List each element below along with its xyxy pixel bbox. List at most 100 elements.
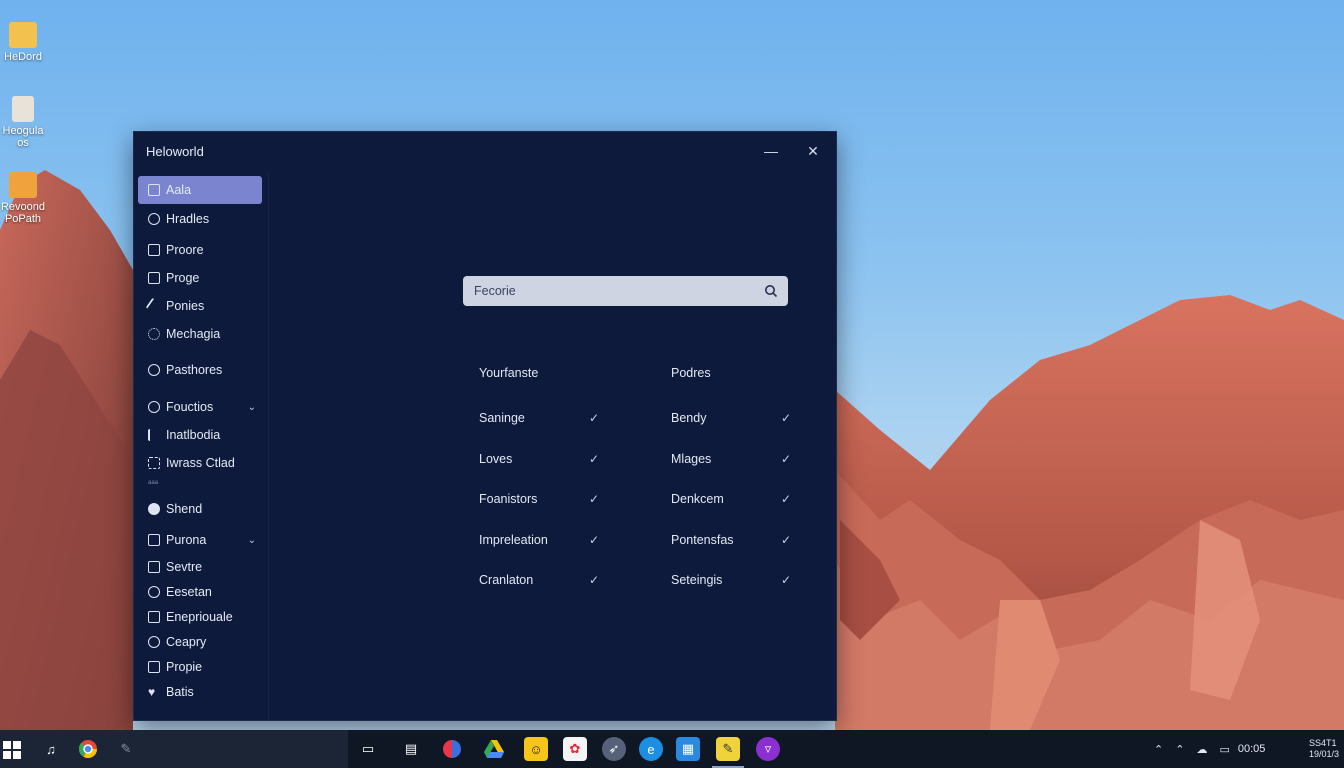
drive-icon[interactable] bbox=[482, 737, 506, 761]
sidebar-item-label: Batis bbox=[166, 685, 194, 699]
sidebar-item-label: Ponies bbox=[166, 299, 205, 313]
sidebar-item-eesetan[interactable]: Eesetan bbox=[138, 578, 262, 606]
person-icon bbox=[148, 213, 160, 225]
option-item[interactable]: Loves ✓ bbox=[479, 452, 599, 470]
purple-app-icon[interactable]: ▿ bbox=[756, 737, 780, 761]
sidebar-item-hradles[interactable]: Hradles bbox=[138, 205, 262, 233]
sidebar-item-label: Propie bbox=[166, 660, 203, 674]
sidebar-item-pasthores[interactable]: Pasthores bbox=[138, 356, 262, 384]
photos-icon[interactable]: ✿ bbox=[563, 737, 587, 761]
sidebar-item-aala[interactable]: Aala bbox=[138, 176, 262, 204]
desktop-icon-heogula[interactable]: Heogula os bbox=[0, 96, 46, 149]
titlebar: Heloworld — ✕ bbox=[134, 132, 836, 170]
sidebar-item-purona[interactable]: Purona ⌄ bbox=[138, 526, 262, 554]
sidebar-item-label: Proge bbox=[166, 271, 200, 285]
app-window: Heloworld — ✕ Aala Hradles Proore Proge … bbox=[133, 131, 837, 721]
app-red-blue-icon[interactable] bbox=[440, 737, 464, 761]
sidebar-item-iwrass-ctlad[interactable]: Iwrass Ctlad bbox=[138, 449, 262, 477]
book-icon bbox=[148, 244, 160, 256]
network-icon[interactable]: ☁ bbox=[1196, 743, 1207, 756]
sidebar: Aala Hradles Proore Proge Ponies Mechagi… bbox=[134, 172, 269, 720]
chat-icon[interactable]: ☺ bbox=[524, 737, 548, 761]
search-icon[interactable] bbox=[764, 284, 778, 298]
minimize-button[interactable]: — bbox=[760, 140, 782, 162]
search-input[interactable] bbox=[472, 283, 756, 299]
search-box bbox=[463, 276, 788, 306]
chevron-down-icon[interactable]: ⌄ bbox=[248, 535, 256, 546]
option-label: Pontensfas bbox=[671, 533, 734, 547]
heart-icon: ♥ bbox=[148, 685, 156, 699]
sidebar-item-label: Fouctios bbox=[166, 400, 214, 414]
clock-line-2: 19/01/3 bbox=[1309, 749, 1340, 759]
folder-icon[interactable]: ▭ bbox=[356, 737, 380, 761]
sidebar-item-inatlbodia[interactable]: Inatlbodia bbox=[138, 421, 262, 449]
sidebar-item-label: Hradles bbox=[166, 212, 210, 226]
sidebar-item-proge[interactable]: Proge bbox=[138, 264, 262, 292]
sidebar-item-label: Proore bbox=[166, 243, 204, 257]
option-label: Seteingis bbox=[671, 573, 723, 587]
list-icon bbox=[148, 561, 160, 573]
check-icon: ✓ bbox=[780, 492, 791, 506]
option-item[interactable]: Saninge ✓ bbox=[479, 411, 599, 429]
window-title: Heloworld bbox=[146, 143, 204, 159]
option-item[interactable]: Cranlaton ✓ bbox=[479, 573, 599, 591]
option-item[interactable]: Denkcem ✓ bbox=[671, 492, 791, 510]
sidebar-item-propie[interactable]: Propie bbox=[138, 653, 262, 681]
chevron-up-icon[interactable]: ⌃ bbox=[1154, 743, 1163, 756]
option-item[interactable]: Mlages ✓ bbox=[671, 452, 791, 470]
chrome-icon[interactable] bbox=[76, 737, 100, 761]
option-label: Mlages bbox=[671, 452, 712, 466]
sidebar-item-batis[interactable]: ♥ Batis bbox=[138, 678, 262, 706]
check-icon: ✓ bbox=[588, 573, 599, 587]
document-icon bbox=[12, 96, 34, 122]
check-icon: ✓ bbox=[588, 492, 599, 506]
sidebar-item-proore[interactable]: Proore bbox=[138, 236, 262, 264]
desktop-icon-revoond[interactable]: Revoond PoPath bbox=[0, 172, 46, 225]
chevron-down-icon[interactable]: ⌄ bbox=[248, 402, 256, 413]
key-icon bbox=[148, 401, 160, 413]
sidebar-item-label: Iwrass Ctlad bbox=[166, 456, 235, 470]
check-icon: ✓ bbox=[588, 533, 599, 547]
option-item[interactable]: Foanistors ✓ bbox=[479, 492, 599, 510]
option-item[interactable]: Pontensfas ✓ bbox=[671, 533, 791, 551]
sidebar-item-mechagia[interactable]: Mechagia bbox=[138, 320, 262, 348]
lines-icon bbox=[148, 429, 160, 441]
sidebar-item-label: Pasthores bbox=[166, 363, 223, 377]
sidebar-item-enepriouale[interactable]: Enepriouale bbox=[138, 603, 262, 631]
windows-start-icon[interactable] bbox=[0, 738, 24, 762]
sidebar-item-label: Purona bbox=[166, 533, 207, 547]
option-item[interactable]: Bendy ✓ bbox=[671, 411, 791, 429]
sidebar-item-ceapry[interactable]: Ceapry bbox=[138, 628, 262, 656]
sidebar-sublabel: ᵃᵃᵃ bbox=[148, 478, 159, 488]
option-item[interactable]: Impreleation ✓ bbox=[479, 533, 599, 551]
sticky-icon[interactable]: ✎ bbox=[716, 737, 740, 761]
music-icon[interactable]: ♫ bbox=[39, 737, 63, 761]
edge-icon[interactable]: e bbox=[639, 737, 663, 761]
sidebar-item-fouctios[interactable]: Fouctios ⌄ bbox=[138, 393, 262, 421]
gear-icon bbox=[148, 328, 160, 340]
close-button[interactable]: ✕ bbox=[802, 140, 824, 162]
notes-icon[interactable]: ▤ bbox=[399, 737, 423, 761]
sidebar-item-sevtre[interactable]: Sevtre bbox=[138, 553, 262, 581]
clock-date[interactable]: SS4T1 19/01/3 bbox=[1309, 738, 1344, 760]
sidebar-item-label: Ceapry bbox=[166, 635, 207, 649]
store-icon[interactable]: ▦ bbox=[676, 737, 700, 761]
pen-icon[interactable]: ✎ bbox=[114, 737, 138, 761]
option-label: Impreleation bbox=[479, 533, 548, 547]
sidebar-item-label: Shend bbox=[166, 502, 203, 516]
option-item[interactable]: Seteingis ✓ bbox=[671, 573, 791, 591]
box-icon bbox=[148, 611, 160, 623]
option-label: Denkcem bbox=[671, 492, 724, 506]
desktop-icon-hedord[interactable]: HeDord bbox=[0, 22, 46, 63]
column-heading-right: Podres bbox=[671, 366, 711, 380]
sidebar-item-label: Inatlbodia bbox=[166, 428, 221, 442]
option-label: Cranlaton bbox=[479, 573, 534, 587]
sidebar-item-ponies[interactable]: Ponies bbox=[138, 292, 262, 320]
battery-icon[interactable]: ▭ bbox=[1219, 743, 1229, 756]
sidebar-item-shend[interactable]: Shend bbox=[138, 495, 262, 523]
check-icon: ✓ bbox=[780, 411, 791, 425]
compass-icon[interactable]: ➶ bbox=[602, 737, 626, 761]
clock-time[interactable]: 00:05 bbox=[1238, 743, 1266, 755]
column-heading-left: Yourfanste bbox=[479, 366, 539, 380]
chevron-up-icon[interactable]: ⌃ bbox=[1175, 743, 1184, 756]
